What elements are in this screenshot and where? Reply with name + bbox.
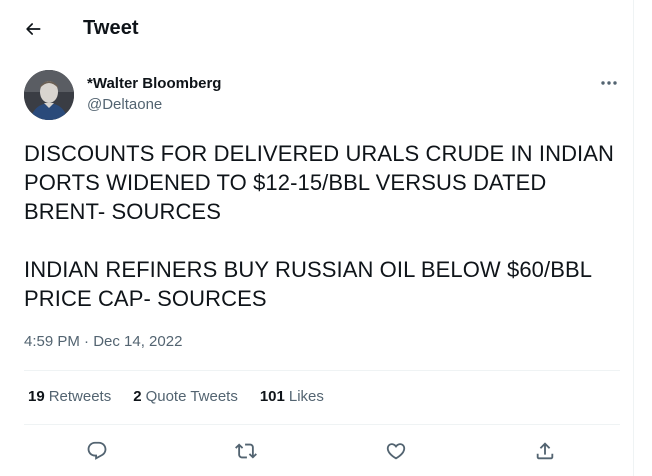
more-horizontal-icon <box>600 80 618 86</box>
retweet-button[interactable] <box>228 433 264 469</box>
likes-stat[interactable]: 101 Likes <box>260 388 324 405</box>
page-title: Tweet <box>83 17 139 39</box>
share-icon <box>534 440 556 462</box>
likes-label: Likes <box>288 388 324 405</box>
reply-icon <box>86 440 108 462</box>
quote-tweets-stat[interactable]: 2 Quote Tweets <box>133 388 238 405</box>
likes-count: 101 <box>259 388 285 405</box>
reply-button[interactable] <box>79 433 115 469</box>
retweets-count: 19 <box>28 388 45 405</box>
divider <box>24 424 620 425</box>
page-header: Tweet <box>0 0 634 58</box>
author-handle[interactable]: @Deltaone <box>87 96 162 113</box>
back-button[interactable] <box>18 14 48 44</box>
quote-tweets-label: Quote Tweets <box>145 388 238 405</box>
share-button[interactable] <box>527 433 563 469</box>
like-button[interactable] <box>378 433 414 469</box>
tweet-actions <box>0 433 634 469</box>
more-button[interactable] <box>598 74 620 92</box>
arrow-left-icon <box>23 19 43 39</box>
divider <box>24 370 620 371</box>
tweet-text: DISCOUNTS FOR DELIVERED URALS CRUDE IN I… <box>24 141 615 311</box>
tweet-timestamp[interactable]: 4:59 PM · Dec 14, 2022 <box>24 333 182 350</box>
retweets-stat[interactable]: 19 Retweets <box>28 388 111 405</box>
author-name[interactable]: *Walter Bloomberg <box>87 75 221 92</box>
retweet-icon <box>235 440 257 462</box>
tweet-detail-panel: Tweet *Walter Bloomberg @Deltaone DISCOU… <box>0 0 634 476</box>
retweets-label: Retweets <box>48 388 112 405</box>
avatar[interactable] <box>24 70 74 120</box>
heart-icon <box>385 440 407 462</box>
engagement-stats: 19 Retweets 2 Quote Tweets 101 Likes <box>28 388 346 405</box>
quote-tweets-count: 2 <box>133 388 142 405</box>
